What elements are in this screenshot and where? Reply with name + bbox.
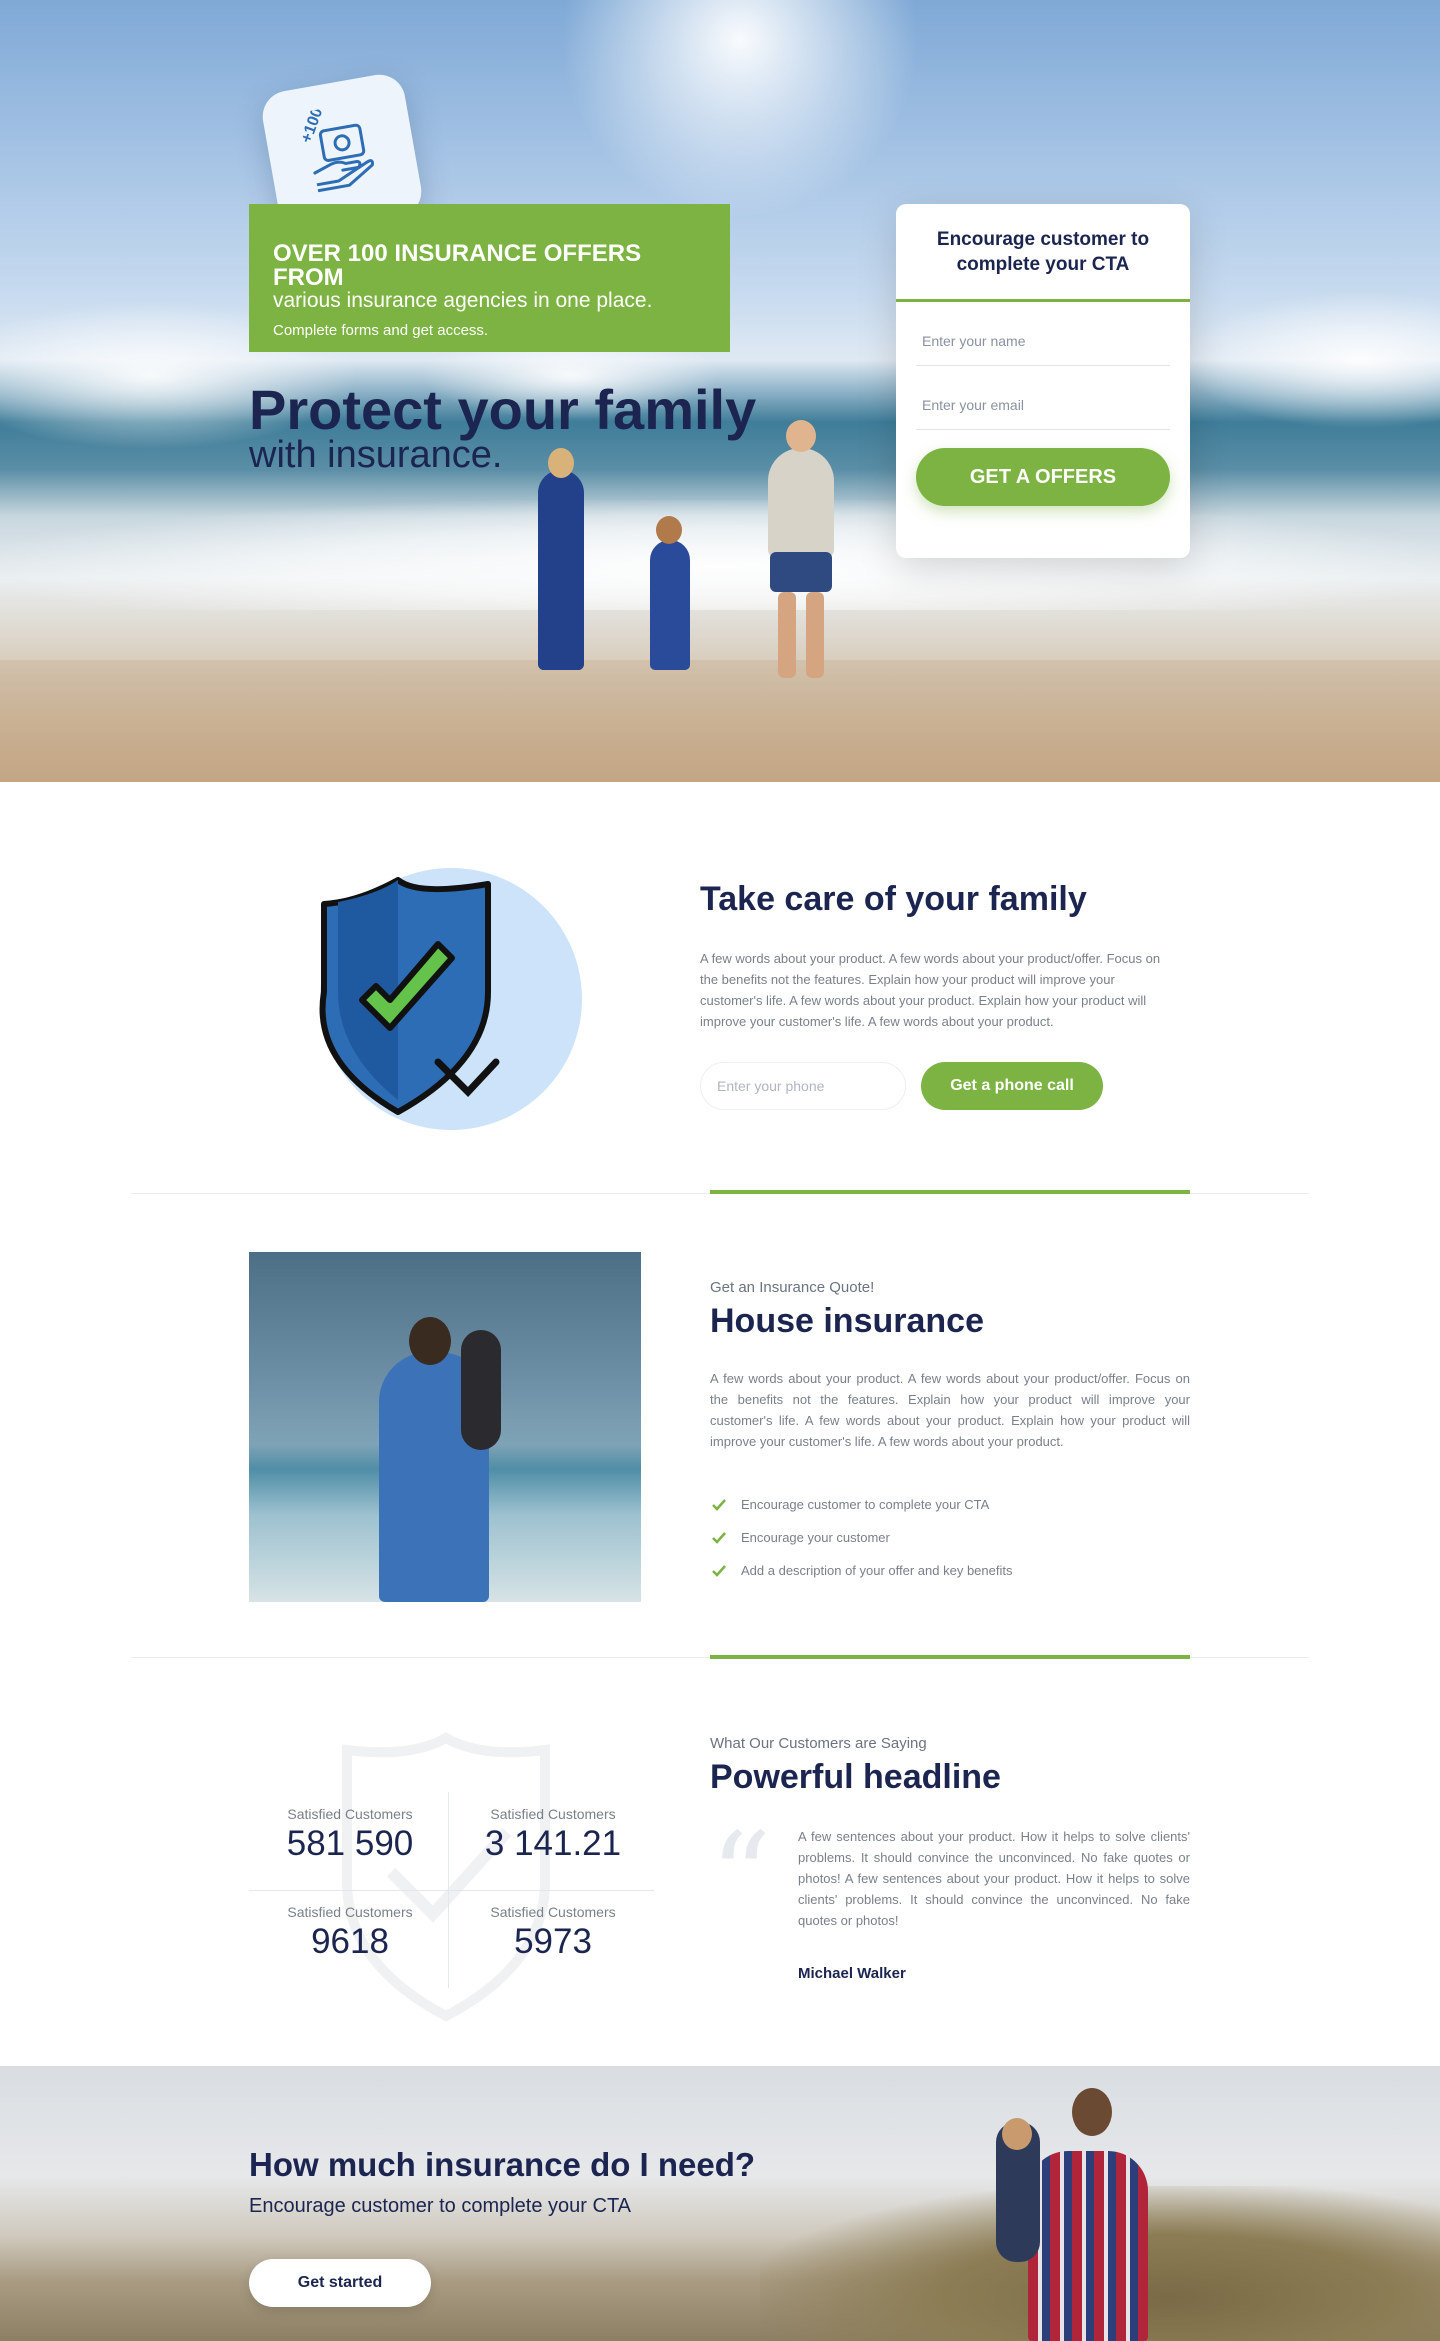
family-photo-father-head bbox=[786, 420, 816, 452]
check-icon bbox=[712, 1564, 726, 1577]
sun-glow bbox=[560, 0, 920, 220]
name-input[interactable] bbox=[916, 316, 1170, 366]
section-divider-accent bbox=[710, 1655, 1190, 1659]
offer-note: Complete forms and get access. bbox=[273, 322, 489, 339]
benefits-list: Encourage customer to complete your CTA … bbox=[712, 1488, 1012, 1587]
cta-form-heading: Encourage customer to complete your CTA bbox=[896, 204, 1190, 302]
shield-check-icon bbox=[319, 877, 500, 1115]
beach-sand bbox=[0, 660, 1440, 782]
cta-banner bbox=[0, 2066, 1440, 2341]
offer-title: OVER 100 INSURANCE OFFERS FROM bbox=[273, 240, 642, 291]
stat-item: Satisfied Customers 9618 bbox=[249, 1890, 451, 1988]
testimonial-kicker: What Our Customers are Saying bbox=[710, 1735, 927, 1752]
banner-child-head bbox=[1002, 2118, 1032, 2150]
testimonial-quote: A few sentences about your product. How … bbox=[798, 1829, 1190, 1928]
phone-call-button[interactable]: Get a phone call bbox=[921, 1062, 1103, 1110]
family-section-title: Take care of your family bbox=[700, 880, 1087, 918]
father-child-photo bbox=[249, 1252, 641, 1602]
stat-value: 581 590 bbox=[286, 1824, 414, 1863]
cloud bbox=[1180, 290, 1440, 430]
house-section-title: House insurance bbox=[710, 1302, 984, 1340]
photo-person-head bbox=[409, 1317, 451, 1365]
offer-banner: OVER 100 INSURANCE OFFERS FROM various i… bbox=[249, 204, 730, 352]
stat-item: Satisfied Customers 581 590 bbox=[249, 1792, 451, 1890]
check-icon bbox=[712, 1498, 726, 1511]
family-photo-child-head bbox=[656, 516, 682, 544]
stat-label: Satisfied Customers bbox=[490, 1904, 616, 1920]
stat-item: Satisfied Customers 3 141.21 bbox=[452, 1792, 654, 1890]
offer-subtitle: various insurance agencies in one place. bbox=[273, 289, 653, 312]
family-photo-father-shorts bbox=[770, 552, 832, 592]
banner-person-shirt bbox=[1028, 2151, 1148, 2341]
family-photo-father-leg bbox=[806, 592, 824, 678]
quote-icon: “ bbox=[710, 1808, 772, 1947]
benefit-label: Encourage your customer bbox=[741, 1530, 890, 1545]
benefit-label: Encourage customer to complete your CTA bbox=[741, 1497, 990, 1512]
house-section-text: A few words about your product. A few wo… bbox=[710, 1371, 1190, 1449]
banner-title: How much insurance do I need? bbox=[249, 2146, 756, 2183]
section-divider-accent bbox=[710, 1190, 1190, 1194]
house-section-kicker: Get an Insurance Quote! bbox=[710, 1279, 875, 1296]
photo-child bbox=[461, 1330, 501, 1450]
stat-label: Satisfied Customers bbox=[287, 1904, 413, 1920]
stats-grid: Satisfied Customers 581 590 Satisfied Cu… bbox=[249, 1732, 654, 2022]
list-item: Encourage your customer bbox=[712, 1521, 1012, 1554]
stat-item: Satisfied Customers 5973 bbox=[452, 1890, 654, 1988]
check-icon bbox=[712, 1531, 726, 1544]
banner-subtitle: Encourage customer to complete your CTA bbox=[249, 2195, 632, 2217]
banner-person-head bbox=[1072, 2088, 1112, 2136]
list-item: Add a description of your offer and key … bbox=[712, 1554, 1012, 1587]
money-hand-icon-svg: +100 bbox=[298, 106, 374, 193]
cta-form-card: Encourage customer to complete your CTA … bbox=[896, 204, 1190, 558]
testimonial-title: Powerful headline bbox=[710, 1758, 1001, 1796]
stat-value: 9618 bbox=[311, 1922, 389, 1961]
get-offers-button[interactable]: GET A OFFERS bbox=[916, 448, 1170, 506]
hero-subtitle: with insurance. bbox=[249, 434, 503, 476]
phone-input[interactable] bbox=[700, 1062, 906, 1110]
email-input[interactable] bbox=[916, 380, 1170, 430]
stat-label: Satisfied Customers bbox=[287, 1806, 413, 1822]
benefit-label: Add a description of your offer and key … bbox=[741, 1563, 1013, 1578]
testimonial-author: Michael Walker bbox=[798, 1965, 906, 1982]
family-section-text: A few words about your product. A few wo… bbox=[700, 951, 1161, 1029]
list-item: Encourage customer to complete your CTA bbox=[712, 1488, 1012, 1521]
family-photo-father-leg bbox=[778, 592, 796, 678]
family-photo-mother-head bbox=[548, 448, 574, 478]
family-photo-mother bbox=[538, 470, 584, 670]
sea-foam bbox=[0, 500, 1440, 610]
stat-value: 3 141.21 bbox=[484, 1824, 622, 1863]
get-started-button[interactable]: Get started bbox=[249, 2259, 431, 2307]
stat-label: Satisfied Customers bbox=[490, 1806, 616, 1822]
family-photo-father bbox=[768, 448, 834, 558]
family-photo-child bbox=[650, 540, 690, 670]
stat-value: 5973 bbox=[514, 1922, 592, 1961]
